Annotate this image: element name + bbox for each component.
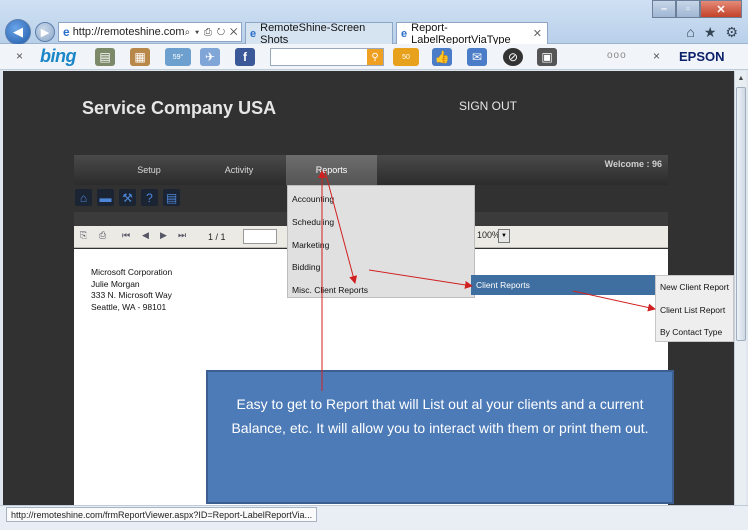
zoom-dropdown-icon[interactable]: ▼	[498, 229, 510, 243]
gear-icon[interactable]: ⚙	[725, 24, 738, 41]
menu-reports[interactable]: Reports	[286, 155, 377, 185]
callout-text: Easy to get to Report that will List out…	[231, 396, 649, 436]
tab-label: RemoteShine-Screen Shots	[260, 21, 366, 46]
facebook-icon[interactable]: f	[235, 48, 255, 66]
more-dots[interactable]: ooo	[607, 50, 627, 61]
close-epson-toolbar-icon[interactable]: ×	[653, 49, 660, 63]
ban-icon[interactable]: ⊘	[503, 48, 523, 66]
address-line: Julie Morgan	[91, 278, 140, 289]
maximize-button[interactable]: ▫	[676, 0, 700, 18]
reports-dropdown: Accounting Scheduling Marketing Bidding …	[287, 185, 475, 298]
menu-item-scheduling[interactable]: Scheduling	[292, 217, 334, 227]
address-bar[interactable]: e http://remoteshine.com ⌕ ▾ ⎙ ↻ ✕	[58, 22, 242, 42]
maps-icon[interactable]: ▦	[130, 48, 150, 66]
epson-logo[interactable]: EPSON	[679, 49, 725, 64]
home-icon[interactable]: ⌂	[686, 24, 694, 41]
menu-item-new-client-report[interactable]: New Client Report	[660, 282, 729, 292]
sign-out-link[interactable]: SIGN OUT	[459, 99, 517, 113]
chrome-icons: ⌂ ★ ⚙	[686, 24, 738, 41]
main-menubar: Setup Activity Reports Welcome : 96	[74, 155, 668, 185]
status-bar: http://remoteshine.com/frmReportViewer.a…	[0, 505, 748, 530]
close-window-button[interactable]: ✕	[700, 0, 742, 18]
menu-setup[interactable]: Setup	[114, 155, 184, 185]
vertical-scrollbar[interactable]: ▲	[734, 71, 746, 505]
zoom-value[interactable]: 100%	[477, 230, 500, 240]
page-indicator: 1 / 1	[208, 232, 226, 242]
submenu-label: Client Reports	[476, 280, 530, 290]
news-icon[interactable]: ▤	[95, 48, 115, 66]
search-icon[interactable]: ⚲	[367, 49, 383, 65]
menu-activity[interactable]: Activity	[204, 155, 274, 185]
minimize-button[interactable]: –	[652, 0, 676, 18]
menu-item-misc-client-reports[interactable]: Misc. Client Reports	[292, 285, 368, 295]
first-page-icon[interactable]: ⏮	[122, 230, 130, 241]
address-controls[interactable]: ⌕ ▾ ⎙ ↻ ✕	[185, 27, 242, 38]
bing-toolbar: × bing ▤ ▦ 59° ✈ f ⚲ 50 👍 ✉ ⊘ ▣ ooo × EP…	[0, 44, 748, 70]
card-icon[interactable]: ▬	[97, 189, 114, 206]
forward-button[interactable]: ▶	[35, 22, 55, 42]
find-input[interactable]	[243, 229, 277, 244]
home-icon[interactable]: ⌂	[75, 189, 92, 206]
client-reports-submenu[interactable]: Client Reports	[471, 275, 656, 295]
toolbar-search-input[interactable]: ⚲	[270, 48, 384, 66]
ie-tab-icon: e	[250, 27, 257, 40]
prev-page-icon[interactable]: ◀	[142, 230, 149, 241]
tab-label: Report-LabelReportViaType	[411, 21, 511, 46]
company-name: Service Company USA	[82, 98, 277, 118]
help-icon[interactable]: ?	[141, 189, 158, 206]
window-controls: – ▫ ✕	[652, 0, 742, 18]
menu-item-by-contact-type[interactable]: By Contact Type	[660, 327, 722, 337]
bing-logo[interactable]: bing	[40, 46, 77, 67]
favorites-star-icon[interactable]: ★	[704, 24, 717, 41]
menu-item-bidding[interactable]: Bidding	[292, 262, 320, 272]
back-button[interactable]: ◀	[5, 19, 31, 45]
callout-annotation: Easy to get to Report that will List out…	[206, 370, 674, 504]
address-line: Microsoft Corporation	[91, 267, 173, 277]
forward-arrow-icon: ▶	[40, 26, 50, 39]
print-icon[interactable]: ⎙	[99, 230, 106, 241]
client-report-options: New Client Report Client List Report By …	[655, 275, 734, 342]
badge-icon[interactable]: 50	[393, 48, 419, 66]
address-label: Microsoft Corporation Julie Morgan 333 N…	[91, 267, 172, 313]
ie-tab-icon: e	[401, 27, 408, 40]
scroll-thumb[interactable]	[736, 87, 746, 341]
close-toolbar-icon[interactable]: ×	[16, 49, 23, 63]
status-url: http://remoteshine.com/frmReportViewer.a…	[6, 507, 318, 522]
action-icons: ⌂ ▬ ⚒ ? ▤	[75, 189, 180, 206]
scroll-up-icon[interactable]: ▲	[735, 71, 747, 85]
export-icon[interactable]: ⎘	[80, 230, 87, 241]
menu-item-client-list-report[interactable]: Client List Report	[660, 305, 725, 315]
chat-icon[interactable]: ✉	[467, 48, 487, 66]
page-viewport: Service Company USA SIGN OUT Setup Activ…	[3, 71, 734, 505]
menu-item-marketing[interactable]: Marketing	[292, 240, 329, 250]
video-icon[interactable]: ▣	[537, 48, 557, 66]
shopping-icon[interactable]: ✈	[200, 48, 220, 66]
tab-screen-shots[interactable]: e RemoteShine-Screen Shots	[245, 21, 393, 46]
last-page-icon[interactable]: ⏭	[178, 230, 186, 241]
next-page-icon[interactable]: ▶	[160, 230, 167, 241]
address-text: http://remoteshine.com	[72, 26, 185, 38]
tools-icon[interactable]: ⚒	[119, 189, 136, 206]
report-icon[interactable]: ▤	[163, 189, 180, 206]
close-tab-icon[interactable]: ✕	[533, 27, 542, 40]
browser-titlebar: ◀ ▶ e http://remoteshine.com ⌕ ▾ ⎙ ↻ ✕ e…	[0, 0, 748, 46]
address-line: Seattle, WA - 98101	[91, 301, 167, 312]
welcome-text: Welcome : 96	[604, 159, 662, 169]
address-line: 333 N. Microsoft Way	[91, 290, 172, 300]
menu-item-accounting[interactable]: Accounting	[292, 194, 334, 204]
ie-page-icon: e	[63, 25, 70, 39]
tab-report[interactable]: e Report-LabelReportViaType ✕	[396, 21, 548, 46]
thumbs-up-icon[interactable]: 👍	[432, 48, 452, 66]
weather-icon[interactable]: 59°	[165, 48, 191, 66]
back-arrow-icon: ◀	[13, 24, 23, 39]
